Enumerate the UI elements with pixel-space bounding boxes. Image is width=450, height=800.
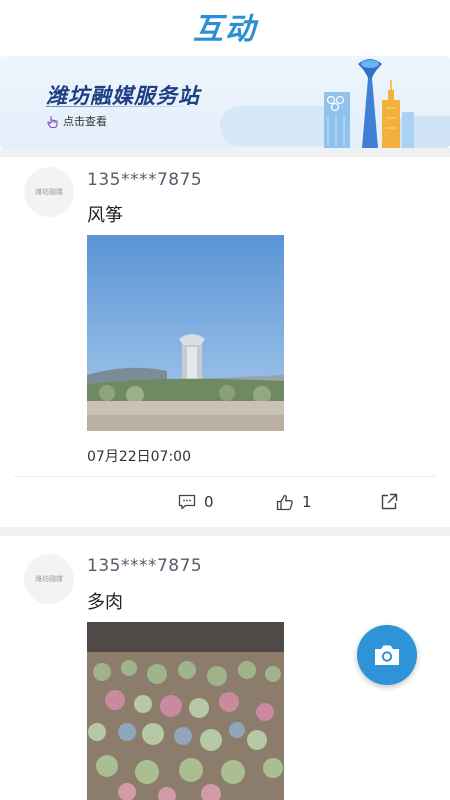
section-divider: [0, 148, 450, 157]
photo-succulents: [87, 622, 284, 800]
like-button[interactable]: 1: [276, 493, 312, 511]
avatar-logo-text: 潍坊融媒: [35, 188, 63, 196]
like-count: 1: [302, 493, 312, 511]
banner-subtitle: 点击查看: [63, 115, 107, 128]
hand-pointer-icon: [46, 114, 60, 129]
post-photo[interactable]: [87, 235, 284, 431]
post-content: 风筝: [87, 205, 123, 226]
comment-count: 0: [204, 493, 214, 511]
avatar[interactable]: 潍坊融媒: [24, 554, 74, 604]
comment-icon: [178, 494, 196, 510]
banner-underline: [46, 106, 206, 107]
share-icon: [380, 493, 398, 511]
photo-tower-plaza: [87, 235, 284, 431]
page-title: 互动: [193, 12, 257, 47]
like-icon: [276, 494, 294, 511]
post-timestamp: 07月22日07:00: [87, 449, 191, 465]
post-content: 多肉: [87, 592, 123, 613]
avatar[interactable]: 潍坊融媒: [24, 167, 74, 217]
share-button[interactable]: [380, 493, 398, 511]
post-divider: [14, 476, 436, 477]
avatar-logo-text: 潍坊融媒: [35, 575, 63, 583]
section-divider: [0, 527, 450, 536]
city-towers-illustration: [324, 59, 414, 148]
banner-cta[interactable]: 点击查看: [46, 113, 107, 129]
post-card: 潍坊融媒 135****7875 风筝 07月22日07:00 0 1: [0, 157, 450, 527]
post-username[interactable]: 135****7875: [87, 170, 202, 190]
service-banner[interactable]: 潍坊融媒服务站 点击查看: [0, 56, 450, 148]
page-header: 互动: [0, 0, 450, 52]
comment-button[interactable]: 0: [178, 493, 214, 511]
post-photo[interactable]: [87, 622, 284, 800]
post-username[interactable]: 135****7875: [87, 556, 202, 576]
camera-icon: [372, 643, 402, 667]
camera-button[interactable]: [357, 625, 417, 685]
